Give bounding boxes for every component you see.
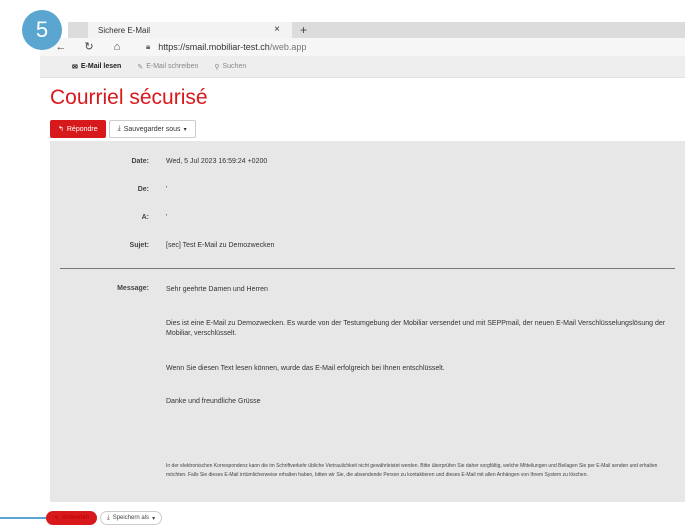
home-icon[interactable]: ⌂ [110, 40, 124, 54]
reply-icon: ↰ [54, 515, 60, 522]
message-label: Message: [117, 285, 149, 292]
date-row: Date: Wed, 5 Jul 2023 16:59:24 +0200 [50, 158, 685, 165]
subject-value: [sec] Test E-Mail zu Demozwecken [166, 242, 275, 249]
from-row: De: ' [50, 186, 685, 193]
reply-button-label: Répondre [66, 125, 98, 133]
nav-item-read-email[interactable]: ✉ E-Mail lesen [72, 63, 121, 71]
close-icon[interactable]: × [274, 24, 280, 35]
nav-item-label: E-Mail lesen [80, 63, 122, 70]
page-title: Courriel sécurisé [50, 86, 208, 109]
subject-label: Sujet: [129, 242, 149, 249]
email-panel: Date: Wed, 5 Jul 2023 16:59:24 +0200 De:… [50, 141, 685, 502]
app-nav: ✉ E-Mail lesen ✎ E-Mail schreiben ⚲ Such… [40, 56, 685, 78]
message-paragraph: Wenn Sie diesen Text lesen können, wurde… [166, 365, 445, 372]
speichern-als-button-label: Speichern als [112, 515, 150, 521]
reply-button[interactable]: ↰ Répondre [50, 120, 106, 138]
browser-nav-bar: ← ↻ ⌂ 🔒︎ https://smail.mobiliar-test.ch /… [40, 38, 685, 56]
from-label: De: [137, 186, 149, 193]
message-greeting: Sehr geehrte Damen und Herren [166, 286, 268, 293]
envelope-icon: ✉ [72, 63, 78, 71]
browser-tab-title: Sichere E-Mail [98, 25, 151, 35]
to-row: A: ' [50, 214, 685, 221]
message-closing: Danke und freundliche Grüsse [166, 398, 261, 405]
subject-row: Sujet: [sec] Test E-Mail zu Demozwecken [50, 242, 685, 249]
url-path: /web.app [269, 42, 307, 52]
address-bar[interactable]: 🔒︎ https://smail.mobiliar-test.ch/web.ap… [146, 42, 306, 52]
download-icon: ⤓ [107, 514, 110, 521]
save-as-button-label: Sauvegarder sous [123, 125, 181, 133]
antworten-button[interactable]: ↰ Antworten [46, 511, 98, 525]
header-divider [60, 268, 675, 269]
antworten-button-label: Antworten [62, 515, 90, 521]
reload-icon[interactable]: ↻ [82, 40, 96, 54]
chevron-down-icon: ▾ [183, 126, 187, 133]
step-pointer-line [0, 517, 46, 519]
screenshot-stage: 5 Sichere E-Mail × + ← ↻ ⌂ 🔒︎ https://sm… [0, 0, 697, 530]
nav-item-search[interactable]: ⚲ Suchen [214, 63, 246, 71]
nav-item-write-email[interactable]: ✎ E-Mail schreiben [137, 63, 198, 71]
pencil-icon: ✎ [137, 63, 144, 71]
save-as-button[interactable]: ⤓ Sauvegarder sous ▾ [108, 120, 196, 138]
to-value: ' [166, 214, 168, 221]
new-tab-icon[interactable]: + [300, 22, 307, 38]
browser-tab[interactable]: Sichere E-Mail × [88, 22, 292, 38]
nav-item-label: E-Mail schreiben [146, 63, 199, 70]
step-badge: 5 [22, 10, 62, 50]
message-paragraph: Dies ist eine E-Mail zu Demozwecken. Es … [166, 320, 666, 337]
download-icon: ⤓ [117, 125, 121, 132]
confidentiality-note: In der elektronischen Korrespondenz kann… [166, 463, 658, 478]
date-label: Date: [131, 158, 149, 165]
from-value: ' [166, 186, 168, 193]
speichern-als-button[interactable]: ⤓ Speichern als ▾ [100, 511, 163, 525]
to-label: A: [141, 214, 149, 221]
search-icon: ⚲ [214, 63, 220, 71]
message-toolbar: ↰ Répondre ⤓ Sauvegarder sous ▾ [50, 120, 196, 138]
reply-icon: ↰ [58, 126, 64, 133]
chevron-down-icon: ▾ [152, 515, 156, 522]
date-value: Wed, 5 Jul 2023 16:59:24 +0200 [166, 158, 268, 165]
browser-tab-bar: Sichere E-Mail × + [68, 22, 685, 38]
lock-icon: 🔒︎ [146, 42, 151, 51]
nav-item-label: Suchen [222, 63, 247, 70]
bottom-toolbar: ↰ Antworten ⤓ Speichern als ▾ [46, 511, 163, 525]
url-host: https://smail.mobiliar-test.ch [158, 42, 270, 52]
